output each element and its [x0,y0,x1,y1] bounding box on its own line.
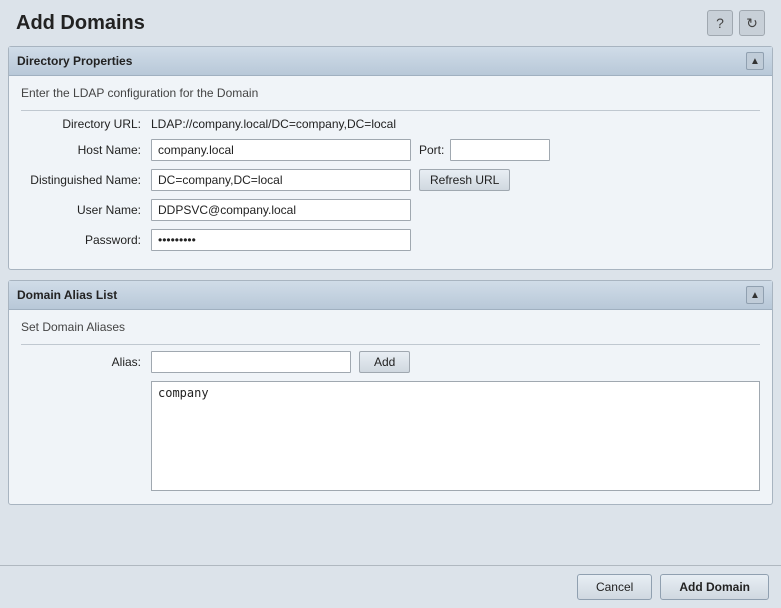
host-name-label: Host Name: [21,143,151,157]
alias-label: Alias: [21,355,151,369]
host-name-input[interactable] [151,139,411,161]
header: Add Domains ? ↻ [0,0,781,42]
directory-panel-title: Directory Properties [17,54,132,68]
port-row: Port: [419,139,550,161]
alias-panel-title: Domain Alias List [17,288,117,302]
user-name-label: User Name: [21,203,151,217]
host-port-area: Port: [151,139,760,161]
directory-panel-header: Directory Properties ▲ [9,47,772,76]
alias-input[interactable] [151,351,351,373]
alias-panel-collapse-btn[interactable]: ▲ [746,286,764,304]
alias-list-textarea[interactable]: company [151,381,760,491]
domain-alias-panel: Domain Alias List ▲ Set Domain Aliases A… [8,280,773,505]
directory-url-label: Directory URL: [21,117,151,131]
dn-row-right: Refresh URL [151,169,760,191]
cancel-button[interactable]: Cancel [577,574,652,600]
content-wrapper: Directory Properties ▲ Enter the LDAP co… [0,42,781,565]
divider-2 [21,344,760,345]
directory-panel-body: Enter the LDAP configuration for the Dom… [9,76,772,269]
footer: Cancel Add Domain [0,565,781,608]
page-title: Add Domains [16,12,145,35]
password-label: Password: [21,233,151,247]
alias-input-row: Alias: Add [21,351,760,373]
directory-panel-collapse-btn[interactable]: ▲ [746,52,764,70]
header-icons: ? ↻ [707,10,765,36]
divider-1 [21,110,760,111]
add-alias-button[interactable]: Add [359,351,410,373]
password-row: Password: [21,229,760,251]
port-label: Port: [419,143,444,157]
distinguished-name-label: Distinguished Name: [21,173,151,187]
directory-properties-panel: Directory Properties ▲ Enter the LDAP co… [8,46,773,270]
alias-panel-header: Domain Alias List ▲ [9,281,772,310]
user-name-input[interactable] [151,199,411,221]
help-icon[interactable]: ? [707,10,733,36]
refresh-url-button[interactable]: Refresh URL [419,169,510,191]
distinguished-name-input[interactable] [151,169,411,191]
alias-panel-body: Set Domain Aliases Alias: Add company [9,310,772,504]
host-name-row: Host Name: Port: [21,139,760,161]
user-name-row: User Name: [21,199,760,221]
scrollable-content: Directory Properties ▲ Enter the LDAP co… [0,42,781,565]
directory-url-row: Directory URL: LDAP://company.local/DC=c… [21,117,760,131]
password-input[interactable] [151,229,411,251]
port-input[interactable] [450,139,550,161]
refresh-icon[interactable]: ↻ [739,10,765,36]
directory-url-value: LDAP://company.local/DC=company,DC=local [151,117,396,131]
alias-panel-description: Set Domain Aliases [21,320,760,334]
alias-list-container: company [151,377,760,494]
distinguished-name-row: Distinguished Name: Refresh URL [21,169,760,191]
directory-panel-description: Enter the LDAP configuration for the Dom… [21,86,760,100]
add-domain-button[interactable]: Add Domain [660,574,769,600]
